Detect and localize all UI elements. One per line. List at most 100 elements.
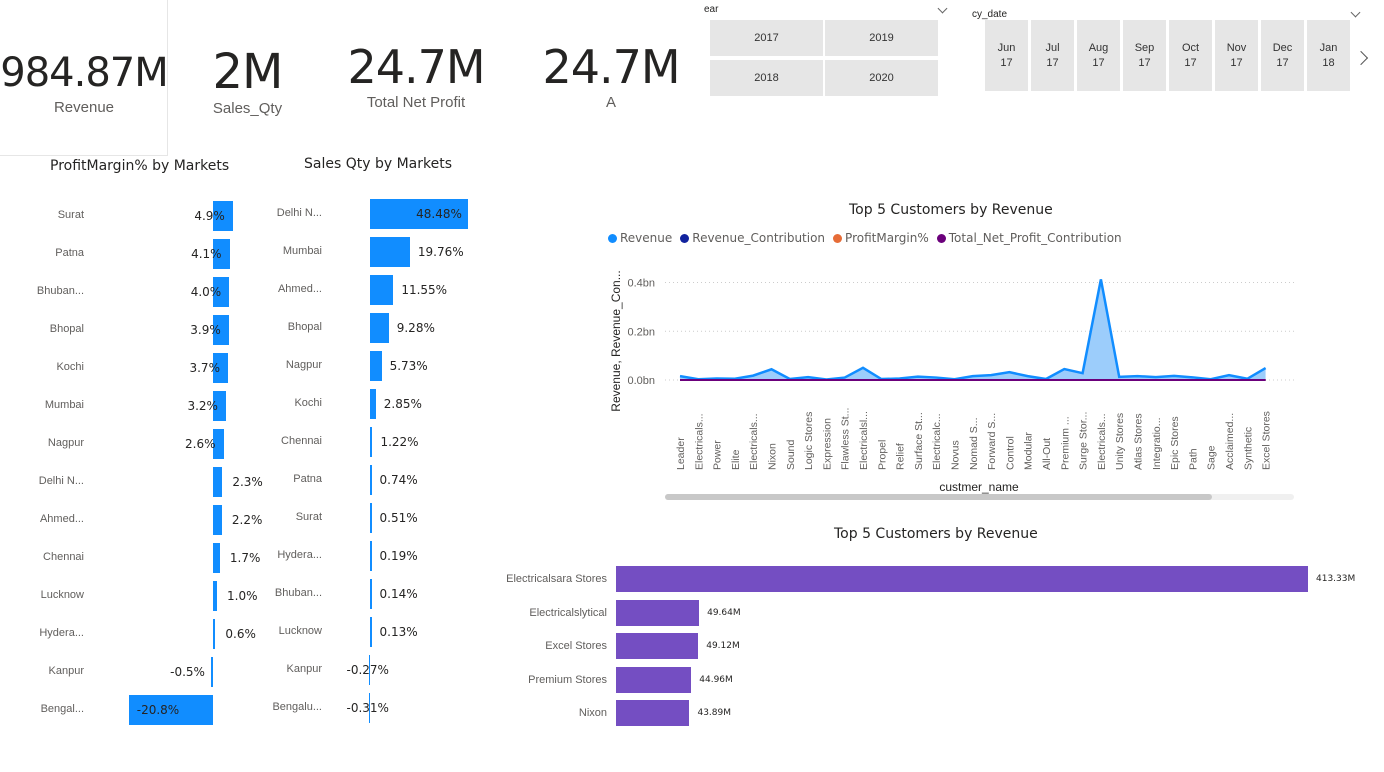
- x-tick-label: Forward S...: [986, 413, 998, 470]
- sales-qty-bar[interactable]: [370, 313, 389, 343]
- sales-qty-bar[interactable]: [370, 579, 372, 609]
- customer-revenue-bar[interactable]: [616, 566, 1308, 592]
- x-tick-label: Sound: [785, 439, 797, 470]
- data-label: 5.73%: [389, 359, 428, 373]
- date-option-sep-17[interactable]: Sep 17: [1123, 20, 1166, 91]
- year-option-2017[interactable]: 2017: [710, 20, 823, 56]
- market-label: Delhi N...: [276, 207, 322, 219]
- year-option-2019[interactable]: 2019: [825, 20, 938, 56]
- data-label: -20.8%: [136, 703, 180, 717]
- profit-margin-bar[interactable]: [213, 467, 223, 497]
- chevron-down-icon[interactable]: [1350, 7, 1361, 18]
- x-tick-label: Novus: [950, 440, 962, 470]
- market-label: Nagpur: [285, 359, 322, 371]
- date-month: Jul: [1045, 42, 1060, 55]
- kpi-card-revenue: 984.87M Revenue: [0, 0, 169, 156]
- data-label: 4.1%: [191, 247, 222, 261]
- date-option-jun-17[interactable]: Jun 17: [985, 20, 1028, 91]
- market-label: Patna: [293, 473, 322, 485]
- year-option-2020[interactable]: 2020: [825, 60, 938, 96]
- horizontal-scrollbar[interactable]: [665, 494, 1294, 500]
- kpi-card-a: 24.7M A: [525, 40, 697, 111]
- x-tick-label: All-Out: [1041, 438, 1053, 470]
- x-tick-label: Synthetic: [1242, 427, 1254, 470]
- chevron-right-icon[interactable]: [1353, 50, 1369, 66]
- x-tick-label: Premium ...: [1059, 416, 1071, 470]
- customer-revenue-bar[interactable]: [616, 599, 700, 626]
- date-option-oct-17[interactable]: Oct 17: [1169, 20, 1212, 91]
- profit-margin-bar[interactable]: [213, 505, 222, 535]
- market-label: Surat: [295, 511, 322, 523]
- date-option-dec-17[interactable]: Dec 17: [1261, 20, 1304, 91]
- x-tick-label: Expression: [821, 418, 833, 470]
- customer-label: Premium Stores: [528, 673, 607, 686]
- kpi-value: 24.7M: [347, 40, 485, 94]
- y-axis-label: Revenue, Revenue_Con...: [609, 270, 623, 411]
- sales-qty-bar[interactable]: [370, 275, 394, 305]
- date-option-aug-17[interactable]: Aug 17: [1077, 20, 1120, 91]
- x-tick-label: Atlas Stores: [1133, 413, 1145, 470]
- data-label: 2.85%: [383, 397, 422, 411]
- customer-revenue-bar[interactable]: [616, 666, 692, 693]
- sales-qty-bar[interactable]: [370, 237, 410, 267]
- data-label: 3.7%: [189, 361, 220, 375]
- sales-qty-bar[interactable]: [370, 541, 372, 571]
- chevron-down-icon[interactable]: [937, 3, 948, 14]
- legend-dot-icon: [608, 233, 617, 243]
- data-label: 0.14%: [379, 587, 418, 601]
- sales-qty-bar[interactable]: [370, 351, 382, 381]
- revenue-area: [680, 279, 1266, 380]
- x-tick-label: Path: [1187, 448, 1199, 470]
- x-tick-label: Electricals...: [693, 413, 705, 470]
- sales-qty-bar[interactable]: [370, 617, 372, 647]
- market-label: Kanpur: [286, 663, 322, 675]
- market-label: Ahmed...: [39, 513, 84, 525]
- customer-revenue-bar[interactable]: [616, 633, 699, 660]
- chart-title-top5-line: Top 5 Customers by Revenue: [849, 202, 1053, 218]
- x-tick-label: Sage: [1206, 445, 1218, 470]
- sales-qty-bar[interactable]: [370, 465, 372, 495]
- data-label: 0.19%: [379, 549, 418, 563]
- profit-margin-bar[interactable]: [210, 657, 213, 687]
- legend-item[interactable]: Revenue: [608, 231, 672, 245]
- date-year: 17: [1138, 56, 1151, 69]
- year-option-2018[interactable]: 2018: [710, 60, 823, 96]
- kpi-label: A: [605, 94, 616, 111]
- x-tick-label: Nixon: [767, 443, 779, 470]
- market-label: Mumbai: [282, 245, 322, 257]
- market-label: Mumbai: [44, 399, 84, 411]
- x-tick-label: Propel: [876, 440, 888, 470]
- x-tick-label: Surge Stor...: [1078, 412, 1090, 470]
- x-tick-label: Control: [1004, 436, 1016, 470]
- legend-label: ProfitMargin%: [845, 231, 929, 245]
- data-label: 48.48%: [416, 207, 462, 221]
- customer-revenue-bar[interactable]: [616, 700, 690, 727]
- x-tick-label: Excel Stores: [1261, 411, 1273, 470]
- legend-label: Total_Net_Profit_Contribution: [948, 231, 1122, 245]
- scrollbar-thumb[interactable]: [665, 494, 1213, 500]
- x-tick-label: Integratio...: [1151, 417, 1163, 470]
- date-option-jul-17[interactable]: Jul 17: [1031, 20, 1074, 91]
- date-option-jan-18[interactable]: Jan 18: [1307, 20, 1350, 91]
- sales-qty-bar[interactable]: [370, 503, 372, 533]
- date-option-nov-17[interactable]: Nov 17: [1215, 20, 1258, 91]
- profit-margin-bar[interactable]: [213, 619, 216, 649]
- profit-margin-bar[interactable]: [213, 543, 220, 573]
- year-slicer-title: ear: [704, 4, 719, 15]
- market-label: Lucknow: [40, 589, 84, 601]
- data-label: 4.0%: [190, 285, 222, 299]
- data-label: 19.76%: [417, 245, 464, 259]
- x-tick-label: Nomad S...: [968, 417, 980, 470]
- chart-legend: Revenue Revenue_Contribution ProfitMargin%…: [608, 231, 1122, 245]
- profit-margin-bar[interactable]: [213, 581, 218, 611]
- sales-qty-bar[interactable]: [370, 389, 376, 419]
- x-tick-label: Surface St...: [913, 412, 925, 470]
- legend-item[interactable]: ProfitMargin%: [833, 231, 929, 245]
- legend-item[interactable]: Revenue_Contribution: [680, 231, 825, 245]
- legend-item[interactable]: Total_Net_Profit_Contribution: [936, 231, 1122, 245]
- sales-qty-bar[interactable]: [370, 427, 373, 457]
- date-month: Dec: [1272, 42, 1293, 55]
- x-tick-label: Epic Stores: [1169, 416, 1181, 470]
- market-label: Bhopal: [49, 323, 84, 335]
- data-label: 11.55%: [401, 283, 448, 297]
